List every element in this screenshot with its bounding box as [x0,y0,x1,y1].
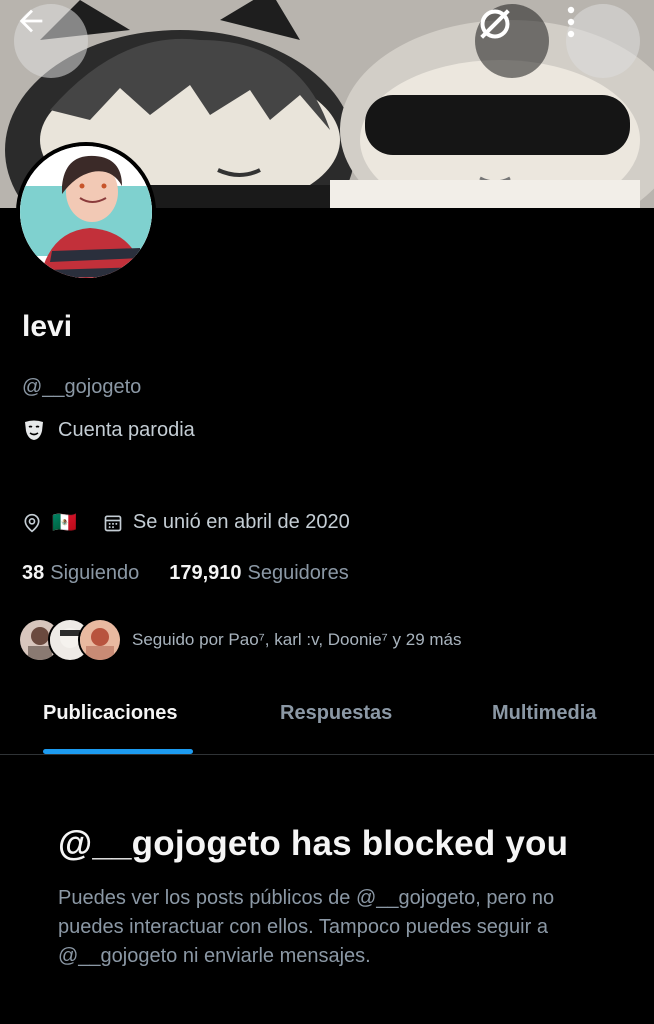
join-date-text: Se unió en abril de 2020 [132,511,350,533]
following-count: 38 [22,562,45,584]
location-flag: 🇲🇽 [52,512,77,534]
active-tab-indicator [43,749,193,754]
more-vertical-icon [567,6,575,38]
profile-handle: @__gojogeto [22,376,142,398]
calendar-icon [104,515,122,531]
blocked-message: Puedes ver los posts públicos de @__gojo… [58,887,555,967]
parody-label-row: Cuenta parodia [22,418,195,442]
parody-label: Cuenta parodia [58,418,195,441]
following-link[interactable]: 38 Siguiendo [22,562,139,585]
sync-button[interactable] [475,4,549,78]
avatar-image [20,146,152,278]
avatar[interactable] [16,142,156,282]
more-options-button[interactable] [566,4,640,78]
location: 🇲🇽 [22,510,77,535]
followed-by-text: Seguido por Pao⁷, karl :v, Doonie⁷ y 29 … [132,630,462,649]
followers-link[interactable]: 179,910 Seguidores [169,562,348,585]
profile-name: levi [22,310,73,343]
sync-off-icon [480,9,510,39]
follow-stats: 38 Siguiendo 179,910 Seguidores [22,562,349,585]
followers-count: 179,910 [169,562,242,584]
follower-avatar [78,618,122,662]
profile-tabs: Publicaciones Respuestas Multimedia [0,680,654,755]
back-button[interactable] [14,4,88,78]
join-date: Se unió en abril de 2020 [103,511,350,534]
tab-respuestas[interactable]: Respuestas [280,702,392,725]
followers-label: Seguidores [247,562,349,584]
blocked-title: @__gojogeto has blocked you [58,824,569,863]
location-pin-icon [24,513,40,532]
theater-mask-icon [25,420,43,440]
back-arrow-icon [19,9,43,33]
profile-meta: 🇲🇽 Se unió en abril de 2020 [22,510,376,535]
following-label: Siguiendo [50,562,140,584]
tab-multimedia[interactable]: Multimedia [492,702,596,725]
tab-publicaciones[interactable]: Publicaciones [43,702,178,725]
followed-by[interactable]: Seguido por Pao⁷, karl :v, Doonie⁷ y 29 … [18,618,462,662]
